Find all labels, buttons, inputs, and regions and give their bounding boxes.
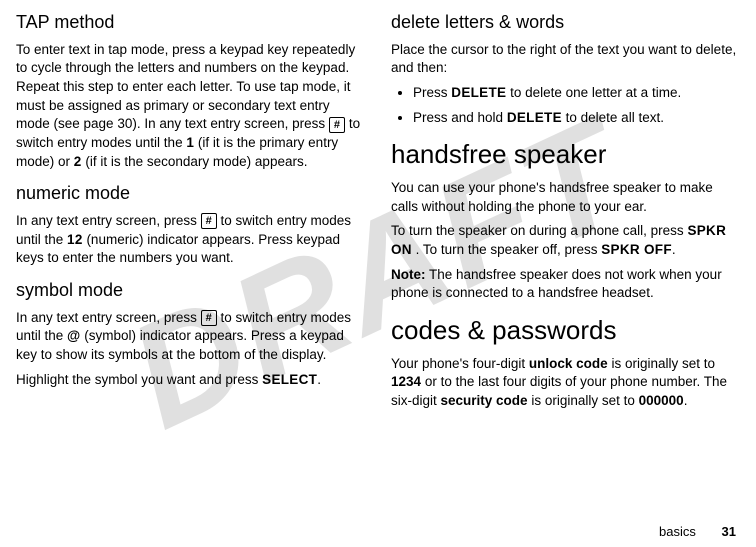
code-1234: 1234 xyxy=(391,374,421,389)
indicator-1: 1 xyxy=(186,135,194,150)
hash-key-icon: # xyxy=(329,117,345,133)
text: to delete all text. xyxy=(566,110,664,125)
text: . xyxy=(317,372,321,387)
indicator-2: 2 xyxy=(74,154,82,169)
text: Highlight the symbol you want and press xyxy=(16,372,262,387)
spkr-off-softkey: SPKR OFF xyxy=(601,242,672,257)
indicator-at: @ xyxy=(67,328,80,343)
text: In any text entry screen, press xyxy=(16,213,201,228)
numeric-mode-paragraph: In any text entry screen, press # to swi… xyxy=(16,212,365,268)
tap-method-paragraph: To enter text in tap mode, press a keypa… xyxy=(16,41,365,171)
text: . To turn the speaker off, press xyxy=(416,242,602,257)
delete-list: Press DELETE to delete one letter at a t… xyxy=(391,84,740,127)
text: is originally set to xyxy=(611,356,715,371)
text: In any text entry screen, press xyxy=(16,310,201,325)
symbol-highlight-paragraph: Highlight the symbol you want and press … xyxy=(16,371,365,390)
heading-codes: codes & passwords xyxy=(391,313,740,349)
page-content: TAP method To enter text in tap mode, pr… xyxy=(0,0,756,417)
text: is originally set to xyxy=(531,393,638,408)
heading-handsfree: handsfree speaker xyxy=(391,137,740,173)
text: To turn the speaker on during a phone ca… xyxy=(391,223,687,238)
footer-section: basics xyxy=(659,524,696,539)
text: Your phone's four-digit xyxy=(391,356,529,371)
handsfree-note: Note: The handsfree speaker does not wor… xyxy=(391,266,740,303)
page-footer: basics 31 xyxy=(659,524,736,539)
page-number: 31 xyxy=(722,524,736,539)
text: Press and hold xyxy=(413,110,507,125)
delete-intro: Place the cursor to the right of the tex… xyxy=(391,41,740,78)
heading-delete: delete letters & words xyxy=(391,10,740,35)
note-label: Note: xyxy=(391,267,426,282)
text: Press xyxy=(413,85,451,100)
delete-softkey: DELETE xyxy=(507,110,562,125)
right-column: delete letters & words Place the cursor … xyxy=(391,0,740,417)
text: to delete one letter at a time. xyxy=(510,85,681,100)
unlock-code-term: unlock code xyxy=(529,356,608,371)
text: To enter text in tap mode, press a keypa… xyxy=(16,42,355,132)
security-code-term: security code xyxy=(441,393,528,408)
delete-softkey: DELETE xyxy=(451,85,506,100)
list-item: Press and hold DELETE to delete all text… xyxy=(413,109,740,128)
heading-tap-method: TAP method xyxy=(16,10,365,35)
heading-numeric-mode: numeric mode xyxy=(16,181,365,206)
indicator-12: 12 xyxy=(67,232,83,247)
hash-key-icon: # xyxy=(201,213,217,229)
codes-paragraph: Your phone's four-digit unlock code is o… xyxy=(391,355,740,411)
text: (if it is the secondary mode) appears. xyxy=(85,154,307,169)
left-column: TAP method To enter text in tap mode, pr… xyxy=(16,0,365,417)
text: The handsfree speaker does not work when… xyxy=(391,267,722,301)
handsfree-p2: To turn the speaker on during a phone ca… xyxy=(391,222,740,259)
hash-key-icon: # xyxy=(201,310,217,326)
heading-symbol-mode: symbol mode xyxy=(16,278,365,303)
handsfree-p1: You can use your phone's handsfree speak… xyxy=(391,179,740,216)
symbol-mode-paragraph: In any text entry screen, press # to swi… xyxy=(16,309,365,365)
text: . xyxy=(684,393,688,408)
code-000000: 000000 xyxy=(639,393,684,408)
text: . xyxy=(672,242,676,257)
list-item: Press DELETE to delete one letter at a t… xyxy=(413,84,740,103)
select-softkey: SELECT xyxy=(262,372,317,387)
